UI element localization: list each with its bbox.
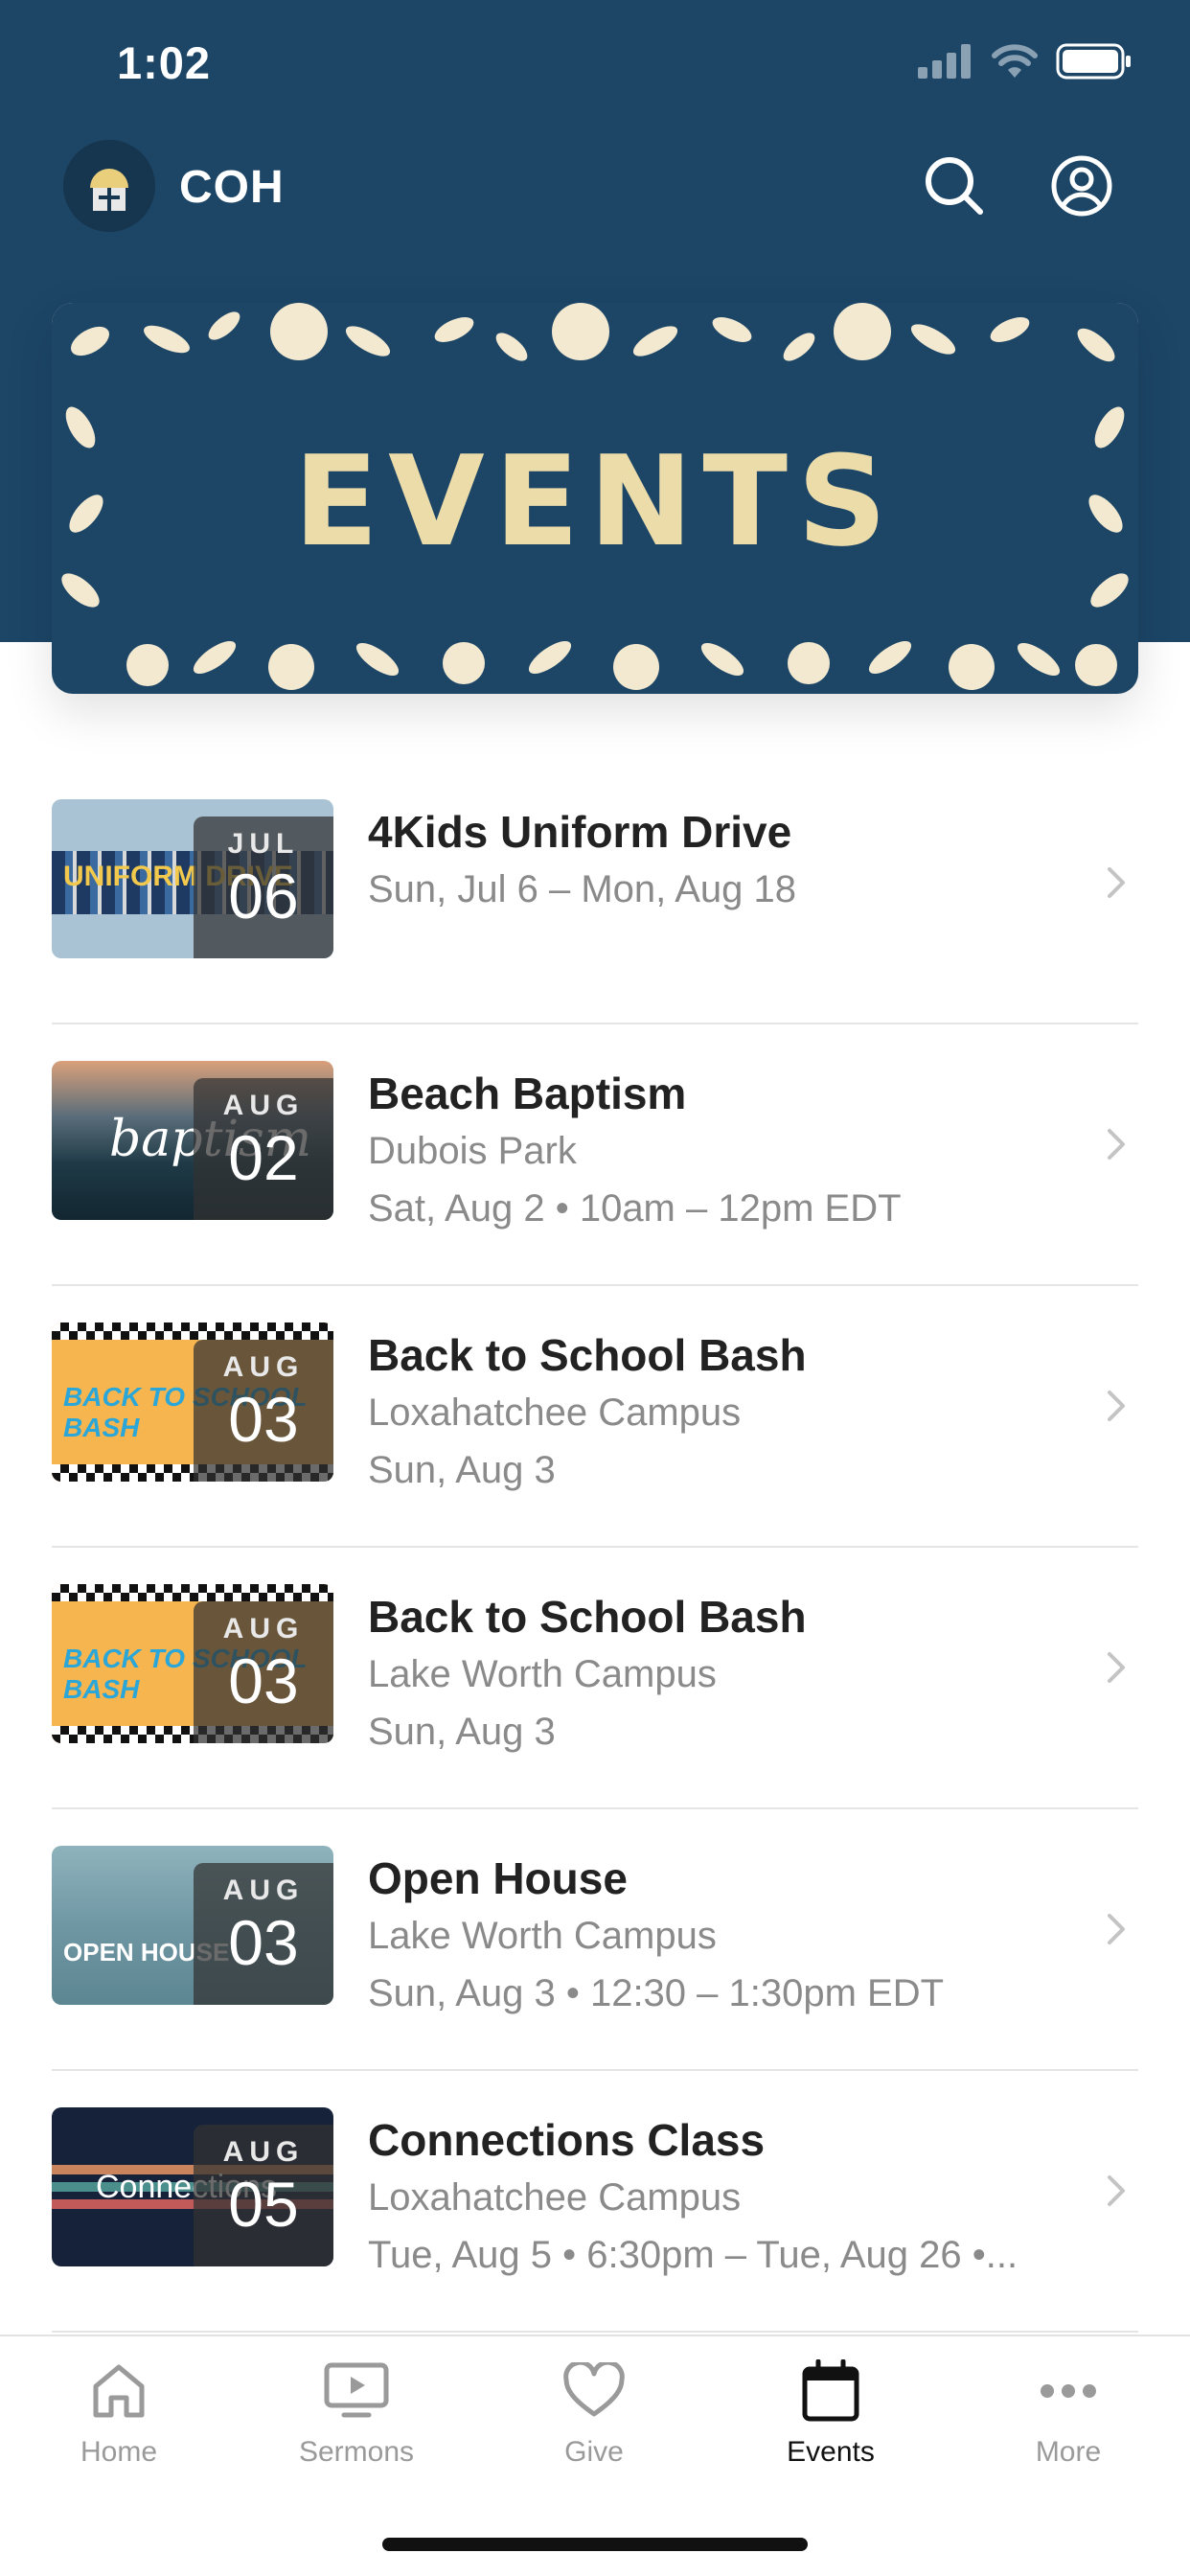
tab-more[interactable]: More bbox=[973, 2358, 1164, 2469]
banner-panel: EVENTS bbox=[121, 376, 1069, 627]
date-badge: AUG 02 bbox=[194, 1078, 333, 1220]
church-logo[interactable] bbox=[63, 140, 155, 232]
heart-icon bbox=[563, 2362, 625, 2417]
event-date: Sun, Aug 3 bbox=[368, 1449, 556, 1491]
event-date: Tue, Aug 5 • 6:30pm – Tue, Aug 26 •... bbox=[368, 2234, 1018, 2276]
app-name: COH bbox=[179, 162, 285, 213]
event-row[interactable]: OPEN HOUSE AUG 03 Open House Lake Worth … bbox=[52, 1809, 1138, 2071]
tab-label: Home bbox=[80, 2436, 158, 2468]
event-thumbnail: baptism AUG 02 bbox=[52, 1061, 333, 1220]
status-time: 1:02 bbox=[117, 37, 212, 88]
date-badge: JUL 06 bbox=[194, 816, 333, 958]
event-thumbnail: UNIFORM DRIVE JUL 06 bbox=[52, 799, 333, 958]
profile-icon bbox=[1051, 155, 1112, 217]
chevron-right-icon bbox=[1108, 2175, 1125, 2206]
search-button[interactable] bbox=[920, 151, 989, 220]
event-date: Sun, Aug 3 bbox=[368, 1711, 556, 1753]
event-location: Loxahatchee Campus bbox=[368, 1392, 742, 1434]
date-month: AUG bbox=[222, 1613, 305, 1644]
chevron-right-icon bbox=[1108, 1391, 1125, 1421]
event-thumbnail: BACK TO SCHOOL BASH AUG 03 bbox=[52, 1322, 333, 1482]
event-title: Connections Class bbox=[368, 2115, 766, 2165]
event-row[interactable]: BACK TO SCHOOL BASH AUG 03 Back to Schoo… bbox=[52, 1286, 1138, 1548]
event-row[interactable]: UNIFORM DRIVE JUL 06 4Kids Uniform Drive… bbox=[52, 763, 1138, 1024]
date-badge: AUG 05 bbox=[194, 2125, 333, 2266]
event-location: Dubois Park bbox=[368, 1130, 577, 1172]
more-icon bbox=[1041, 2384, 1096, 2398]
event-location: Lake Worth Campus bbox=[368, 1653, 717, 1695]
event-title: Back to School Bash bbox=[368, 1330, 807, 1380]
event-title: Beach Baptism bbox=[368, 1069, 687, 1118]
tab-label: Events bbox=[787, 2436, 875, 2468]
event-info: Open House Lake Worth Campus Sun, Aug 3 … bbox=[368, 1850, 1096, 2022]
event-date: Sat, Aug 2 • 10am – 12pm EDT bbox=[368, 1187, 902, 1230]
date-month: AUG bbox=[222, 1874, 305, 1906]
event-location: Lake Worth Campus bbox=[368, 1915, 717, 1957]
tab-home[interactable]: Home bbox=[23, 2358, 215, 2469]
date-month: AUG bbox=[222, 1090, 305, 1121]
event-info: Back to School Bash Lake Worth Campus Su… bbox=[368, 1588, 1096, 1760]
tab-events[interactable]: Events bbox=[735, 2358, 927, 2469]
event-date: Sun, Jul 6 – Mon, Aug 18 bbox=[368, 868, 796, 910]
tab-label: Give bbox=[564, 2436, 624, 2468]
event-info: 4Kids Uniform Drive Sun, Jul 6 – Mon, Au… bbox=[368, 803, 1096, 918]
date-month: AUG bbox=[222, 1351, 305, 1383]
event-row[interactable]: BACK TO SCHOOL BASH AUG 03 Back to Schoo… bbox=[52, 1548, 1138, 1809]
status-bar: 1:02 bbox=[0, 0, 1190, 134]
calendar-icon bbox=[802, 2359, 859, 2422]
date-day: 05 bbox=[228, 2169, 299, 2240]
events-banner: EVENTS bbox=[52, 303, 1138, 694]
chevron-right-icon bbox=[1108, 1129, 1125, 1160]
tab-sermons[interactable]: Sermons bbox=[261, 2358, 452, 2469]
tv-icon bbox=[324, 2362, 389, 2418]
event-info: Beach Baptism Dubois Park Sat, Aug 2 • 1… bbox=[368, 1065, 1096, 1237]
event-thumbnail: Connections AUG 05 bbox=[52, 2107, 333, 2266]
signal-icon bbox=[918, 44, 971, 79]
event-title: 4Kids Uniform Drive bbox=[368, 807, 792, 857]
home-indicator bbox=[382, 2538, 808, 2551]
date-badge: AUG 03 bbox=[194, 1340, 333, 1482]
date-day: 06 bbox=[228, 861, 299, 932]
date-badge: AUG 03 bbox=[194, 1601, 333, 1743]
app-header: COH bbox=[0, 134, 1190, 249]
profile-button[interactable] bbox=[1047, 151, 1116, 220]
event-info: Connections Class Loxahatchee Campus Tue… bbox=[368, 2111, 1096, 2284]
chevron-right-icon bbox=[1108, 1652, 1125, 1683]
event-title: Open House bbox=[368, 1853, 628, 1903]
battery-icon bbox=[1056, 43, 1131, 80]
date-day: 02 bbox=[228, 1122, 299, 1193]
date-badge: AUG 03 bbox=[194, 1863, 333, 2005]
date-day: 03 bbox=[228, 1384, 299, 1455]
event-info: Back to School Bash Loxahatchee Campus S… bbox=[368, 1326, 1096, 1499]
tab-label: More bbox=[1035, 2436, 1102, 2468]
events-list: UNIFORM DRIVE JUL 06 4Kids Uniform Drive… bbox=[52, 763, 1138, 2333]
banner-title: EVENTS bbox=[293, 428, 897, 574]
tab-label: Sermons bbox=[298, 2436, 415, 2468]
wifi-icon bbox=[992, 44, 1038, 78]
home-icon bbox=[93, 2364, 145, 2418]
status-icons bbox=[918, 42, 1133, 80]
date-month: JUL bbox=[227, 828, 300, 860]
date-day: 03 bbox=[228, 1907, 299, 1978]
tab-give[interactable]: Give bbox=[498, 2358, 690, 2469]
event-location: Loxahatchee Campus bbox=[368, 2176, 742, 2219]
event-date: Sun, Aug 3 • 12:30 – 1:30pm EDT bbox=[368, 1972, 945, 2014]
chevron-right-icon bbox=[1108, 867, 1125, 898]
event-row[interactable]: Connections AUG 05 Connections Class Lox… bbox=[52, 2071, 1138, 2333]
date-day: 03 bbox=[228, 1645, 299, 1716]
chevron-right-icon bbox=[1108, 1914, 1125, 1944]
search-icon bbox=[926, 157, 983, 215]
event-thumbnail: BACK TO SCHOOL BASH AUG 03 bbox=[52, 1584, 333, 1743]
date-month: AUG bbox=[222, 2136, 305, 2168]
event-title: Back to School Bash bbox=[368, 1592, 807, 1642]
event-row[interactable]: baptism AUG 02 Beach Baptism Dubois Park… bbox=[52, 1024, 1138, 1286]
event-thumbnail: OPEN HOUSE AUG 03 bbox=[52, 1846, 333, 2005]
